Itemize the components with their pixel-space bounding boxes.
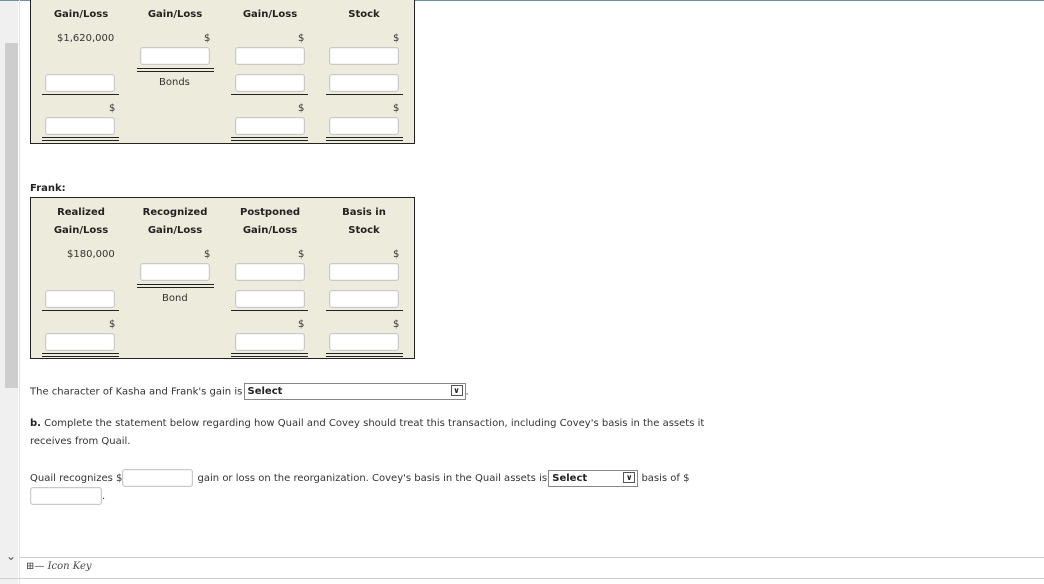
dollar-sign: $: [109, 319, 116, 330]
footer-divider: [0, 578, 1044, 579]
recognized-label: Bond: [162, 293, 188, 304]
underline: [231, 310, 308, 311]
basis-amount-input[interactable]: [30, 487, 102, 505]
basis-input[interactable]: [329, 263, 399, 281]
double-underline: [326, 353, 403, 357]
dollar-sign: $: [204, 249, 211, 260]
basis-total-input[interactable]: [329, 333, 399, 351]
underline: [326, 310, 403, 311]
footer-divider: [20, 557, 1044, 558]
dollar-sign: $: [298, 33, 305, 44]
dollar-sign: $: [204, 33, 211, 44]
quail-gain-input[interactable]: [122, 469, 194, 487]
col-header-postponed: Postponed Gain/Loss: [225, 204, 315, 240]
character-text: The character of Kasha and Frank's gain …: [30, 386, 243, 398]
dollar-sign: $: [393, 319, 400, 330]
header-line1: Realized: [57, 207, 105, 218]
divider: [19, 0, 20, 584]
part-b-text-2: receives from Quail.: [30, 436, 131, 447]
double-underline: [231, 137, 308, 141]
underline: [231, 94, 308, 95]
underline: [42, 310, 119, 311]
quail-middle: gain or loss on the reorganization. Cove…: [197, 473, 548, 484]
header-line2: Gain/Loss: [147, 225, 203, 236]
basis-input[interactable]: [329, 47, 399, 65]
realized-input[interactable]: [45, 74, 115, 92]
period: .: [465, 386, 469, 398]
realized-value: $1,620,000: [57, 33, 115, 44]
postponed-input[interactable]: [235, 290, 305, 308]
postponed-total-input[interactable]: [235, 117, 305, 135]
quail-statement: Quail recognizes $ gain or loss on the r…: [30, 469, 750, 488]
col-header-recognized: Gain/Loss: [147, 9, 203, 20]
quail-suffix: basis of $: [641, 473, 690, 484]
postponed-input[interactable]: [235, 263, 305, 281]
dollar-sign: $: [109, 103, 116, 114]
scrollbar-thumb[interactable]: [5, 43, 18, 388]
left-scrollbar[interactable]: [0, 1, 18, 584]
dollar-sign: $: [298, 319, 305, 330]
basis-input[interactable]: [329, 74, 399, 92]
header-line1: Basis in: [342, 207, 386, 218]
icon-key-link[interactable]: ⊞— Icon Key: [26, 561, 92, 572]
chevron-down-icon[interactable]: ∨: [450, 385, 463, 396]
kasha-table: Gain/Loss Gain/Loss Gain/Loss Stock $1,6…: [30, 0, 415, 144]
header-line1: Postponed: [239, 207, 301, 218]
dollar-sign: $: [393, 103, 400, 114]
col-header-recognized: Recognized Gain/Loss: [130, 204, 220, 240]
underline: [42, 94, 119, 95]
double-underline: [326, 137, 403, 141]
double-underline: [137, 284, 214, 288]
frank-table: Realized Gain/Loss Recognized Gain/Loss Po…: [30, 197, 415, 359]
basis-amount-row: .: [30, 487, 105, 506]
basis-input[interactable]: [329, 290, 399, 308]
double-underline: [42, 353, 119, 357]
basis-total-input[interactable]: [329, 117, 399, 135]
header-line1: Recognized: [142, 207, 208, 218]
character-select[interactable]: Select ∨: [243, 383, 466, 400]
part-b-instructions: b. Complete the statement below regardin…: [30, 415, 750, 451]
double-underline: [231, 353, 308, 357]
dollar-sign: $: [393, 33, 400, 44]
recognized-input[interactable]: [140, 263, 210, 281]
realized-value: $180,000: [67, 249, 115, 260]
dollar-sign: $: [393, 249, 400, 260]
underline: [326, 94, 403, 95]
period: .: [102, 491, 106, 502]
col-header-realized: Gain/Loss: [53, 9, 109, 20]
double-underline: [137, 68, 214, 72]
character-statement: The character of Kasha and Frank's gain …: [30, 383, 469, 402]
col-header-basis: Stock: [348, 9, 380, 20]
dollar-sign: $: [298, 249, 305, 260]
header-line2: Stock: [348, 225, 380, 236]
icon-key-label: Icon Key: [47, 561, 92, 572]
postponed-total-input[interactable]: [235, 333, 305, 351]
col-header-basis: Basis in Stock: [319, 204, 409, 240]
header-line2: Gain/Loss: [53, 225, 109, 236]
select-value: Select: [247, 386, 283, 397]
postponed-input[interactable]: [235, 74, 305, 92]
header-line2: Gain/Loss: [242, 225, 298, 236]
basis-type-select[interactable]: Select ∨: [548, 469, 639, 487]
chevron-down-icon[interactable]: ⌄: [4, 549, 18, 563]
key-icon: ⊞—: [26, 561, 45, 572]
part-b-label: b.: [30, 418, 41, 429]
col-header-postponed: Gain/Loss: [242, 9, 298, 20]
dollar-sign: $: [298, 103, 305, 114]
chevron-down-icon[interactable]: ∨: [623, 471, 636, 483]
recognized-label: Bonds: [159, 77, 190, 88]
part-b-text-1: Complete the statement below regarding h…: [44, 418, 705, 429]
quail-prefix: Quail recognizes $: [30, 473, 123, 484]
frank-label: Frank:: [30, 183, 66, 194]
postponed-input[interactable]: [235, 47, 305, 65]
double-underline: [42, 137, 119, 141]
realized-total-input[interactable]: [45, 333, 115, 351]
recognized-input[interactable]: [140, 47, 210, 65]
realized-total-input[interactable]: [45, 117, 115, 135]
col-header-realized: Realized Gain/Loss: [36, 204, 126, 240]
realized-input[interactable]: [45, 290, 115, 308]
select-value: Select: [552, 472, 588, 484]
